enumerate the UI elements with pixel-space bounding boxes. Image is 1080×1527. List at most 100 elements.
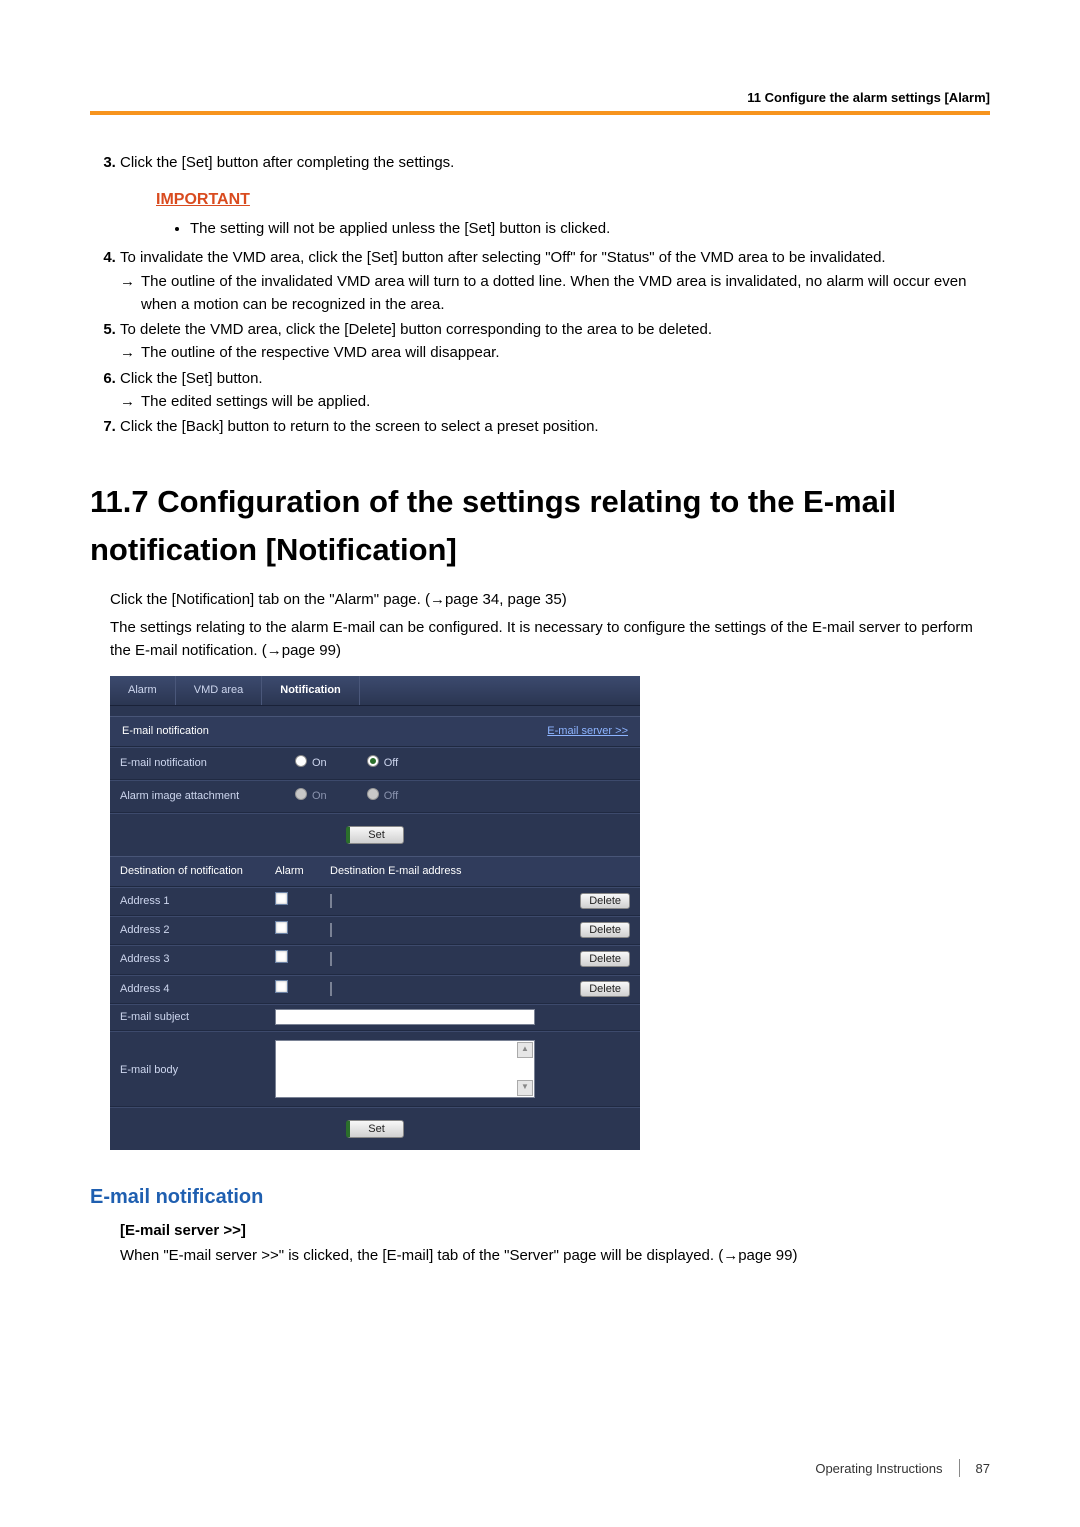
radio-icon	[295, 788, 307, 800]
address-1-delete-button[interactable]: Delete	[580, 893, 630, 909]
arrow-icon: →	[267, 642, 282, 659]
email-body-row: E-mail body ▲ ▼	[110, 1031, 640, 1107]
tab-vmd-area[interactable]: VMD area	[176, 676, 263, 705]
step-7: Click the [Back] button to return to the…	[120, 415, 990, 438]
intro-2a: The settings relating to the alarm E-mai…	[110, 619, 973, 659]
step-3-text: Click the [Set] button after completing …	[120, 154, 454, 171]
email-subject-label: E-mail subject	[120, 1009, 275, 1026]
step-list: Click the [Set] button after completing …	[90, 151, 990, 438]
radio-attach-on: On	[295, 788, 327, 805]
step-7-text: Click the [Back] button to return to the…	[120, 418, 599, 435]
set-button[interactable]: Set	[346, 826, 404, 844]
intro-2b: page 99)	[282, 642, 341, 659]
address-row-4: Address 4 Delete	[110, 975, 640, 1004]
footer-divider	[959, 1459, 960, 1477]
dest-col-email: Destination E-mail address	[330, 863, 461, 880]
page-footer: Operating Instructions 87	[815, 1459, 990, 1477]
address-4-alarm-checkbox[interactable]	[275, 980, 288, 993]
email-notification-section-label: E-mail notification	[122, 723, 209, 740]
email-subject-row: E-mail subject	[110, 1004, 640, 1031]
step-5: To delete the VMD area, click the [Delet…	[120, 318, 990, 365]
arrow-icon: →	[120, 270, 141, 293]
header-rule	[90, 111, 990, 115]
tab-notification[interactable]: Notification	[262, 676, 360, 705]
step-3: Click the [Set] button after completing …	[120, 151, 990, 240]
radio-attach-off: Off	[367, 788, 398, 805]
address-3-alarm-checkbox[interactable]	[275, 950, 288, 963]
address-2-alarm-checkbox[interactable]	[275, 921, 288, 934]
step-6-result-text: The edited settings will be applied.	[141, 390, 370, 413]
dest-col-notification: Destination of notification	[120, 863, 275, 880]
arrow-icon: →	[723, 1247, 738, 1264]
radio-on-label: On	[312, 757, 327, 769]
intro-1a: Click the [Notification] tab on the "Ala…	[110, 591, 430, 608]
radio-icon	[295, 755, 307, 767]
address-1-email-input[interactable]	[330, 894, 332, 908]
section-intro-1: Click the [Notification] tab on the "Ala…	[110, 588, 990, 611]
set-button-row-2: Set	[110, 1107, 640, 1150]
tab-row: Alarm VMD area Notification	[110, 676, 640, 706]
radio-icon	[367, 755, 379, 767]
radio-off-label: Off	[384, 757, 398, 769]
address-2-label: Address 2	[120, 922, 275, 939]
step-6-text: Click the [Set] button.	[120, 370, 263, 387]
set-button-row-1: Set	[110, 813, 640, 856]
address-4-email-input[interactable]	[330, 982, 332, 996]
notification-panel: Alarm VMD area Notification E-mail notif…	[110, 676, 640, 1149]
radio-on-label-disabled: On	[312, 790, 327, 802]
email-server-desc-b: page 99)	[738, 1247, 797, 1264]
step-4-result: → The outline of the invalidated VMD are…	[120, 270, 990, 317]
radio-email-off[interactable]: Off	[367, 755, 398, 772]
tab-alarm[interactable]: Alarm	[110, 676, 176, 705]
email-subject-input[interactable]	[275, 1009, 535, 1025]
intro-1b: page 34, page 35)	[445, 591, 567, 608]
radio-icon	[367, 788, 379, 800]
email-server-title: [E-mail server >>]	[120, 1219, 990, 1242]
page-header-chapter: 11 Configure the alarm settings [Alarm]	[90, 90, 990, 111]
email-body-textarea[interactable]: ▲ ▼	[275, 1040, 535, 1098]
dest-col-alarm: Alarm	[275, 863, 330, 880]
row-alarm-image-attachment: Alarm image attachment On Off	[110, 780, 640, 813]
address-3-delete-button[interactable]: Delete	[580, 951, 630, 967]
email-body-label: E-mail body	[120, 1040, 275, 1079]
arrow-icon: →	[120, 390, 141, 413]
email-notification-subheading: E-mail notification	[90, 1182, 990, 1213]
step-4: To invalidate the VMD area, click the [S…	[120, 246, 990, 316]
row-alarm-image-value: On Off	[285, 783, 640, 810]
address-1-label: Address 1	[120, 893, 275, 910]
step-5-result-text: The outline of the respective VMD area w…	[141, 341, 500, 364]
step-5-text: To delete the VMD area, click the [Delet…	[120, 321, 712, 338]
step-4-result-text: The outline of the invalidated VMD area …	[141, 270, 990, 317]
scroll-down-icon[interactable]: ▼	[517, 1080, 533, 1096]
step-5-result: → The outline of the respective VMD area…	[120, 341, 990, 364]
address-2-email-input[interactable]	[330, 923, 332, 937]
footer-page-number: 87	[976, 1461, 990, 1476]
row-email-notification-label: E-mail notification	[110, 748, 285, 779]
address-row-1: Address 1 Delete	[110, 887, 640, 916]
step-6: Click the [Set] button. → The edited set…	[120, 367, 990, 414]
address-row-2: Address 2 Delete	[110, 916, 640, 945]
row-email-notification: E-mail notification On Off	[110, 747, 640, 780]
email-notification-section-header: E-mail notification E-mail server >>	[110, 716, 640, 747]
address-2-delete-button[interactable]: Delete	[580, 922, 630, 938]
important-bullets: The setting will not be applied unless t…	[190, 217, 990, 240]
address-4-delete-button[interactable]: Delete	[580, 981, 630, 997]
row-email-notification-value: On Off	[285, 750, 640, 777]
address-1-alarm-checkbox[interactable]	[275, 892, 288, 905]
step-6-result: → The edited settings will be applied.	[120, 390, 990, 413]
radio-off-label-disabled: Off	[384, 790, 398, 802]
important-bullet-1: The setting will not be applied unless t…	[190, 217, 990, 240]
radio-email-on[interactable]: On	[295, 755, 327, 772]
section-heading: 11.7 Configuration of the settings relat…	[90, 478, 990, 574]
destination-header: Destination of notification Alarm Destin…	[110, 856, 640, 887]
step-4-text: To invalidate the VMD area, click the [S…	[120, 249, 886, 266]
address-3-email-input[interactable]	[330, 952, 332, 966]
email-server-link[interactable]: E-mail server >>	[547, 723, 628, 740]
footer-doc-title: Operating Instructions	[815, 1461, 942, 1476]
email-server-desc: When "E-mail server >>" is clicked, the …	[120, 1244, 990, 1267]
row-alarm-image-label: Alarm image attachment	[110, 781, 285, 812]
email-server-desc-a: When "E-mail server >>" is clicked, the …	[120, 1247, 723, 1264]
set-button[interactable]: Set	[346, 1120, 404, 1138]
address-4-label: Address 4	[120, 981, 275, 998]
scroll-up-icon[interactable]: ▲	[517, 1042, 533, 1058]
